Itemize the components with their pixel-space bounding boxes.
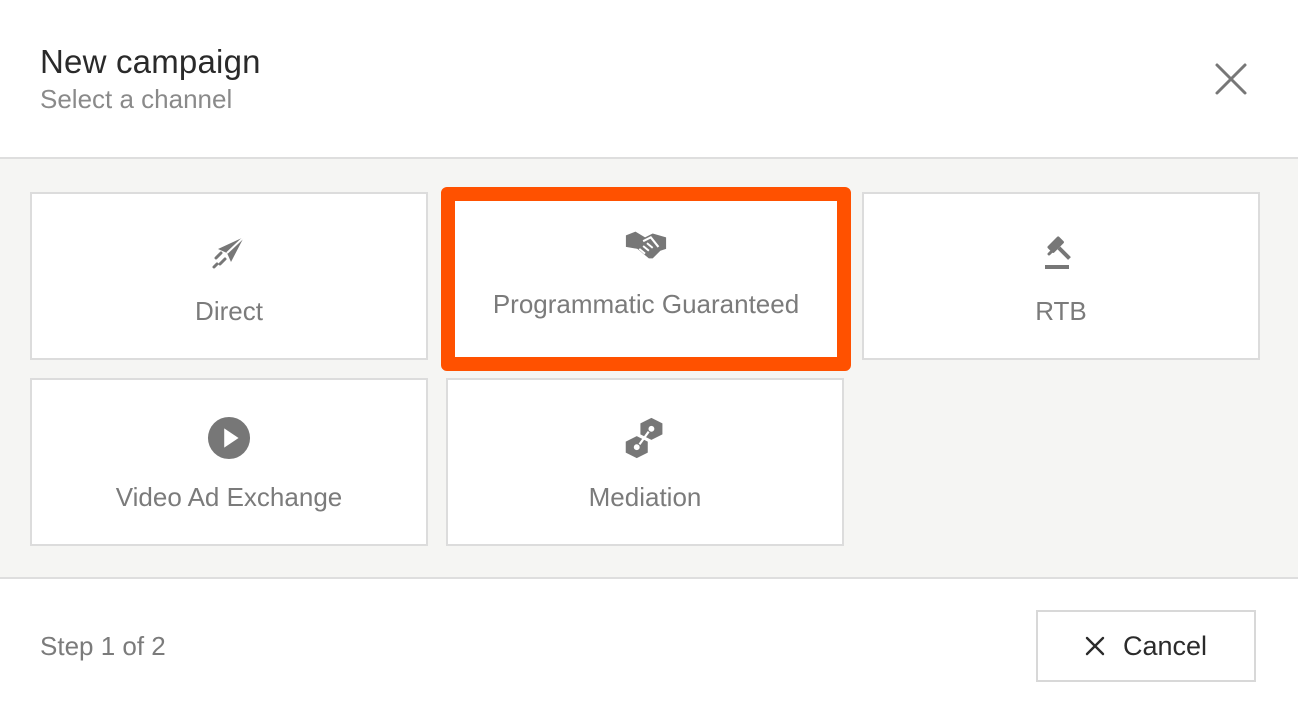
channel-card-direct[interactable]: Direct — [30, 192, 428, 360]
channel-card-rtb[interactable]: RTB — [862, 192, 1260, 360]
channel-label: Mediation — [588, 482, 702, 512]
handshake-icon — [624, 223, 668, 267]
play-circle-icon — [207, 416, 251, 460]
linked-hexagons-icon — [623, 416, 667, 460]
paper-plane-icon — [207, 230, 251, 274]
gavel-icon — [1039, 230, 1083, 274]
cancel-label: Cancel — [1122, 630, 1208, 661]
channel-card-programmatic-guaranteed[interactable]: Programmatic Guaranteed — [441, 187, 851, 371]
close-button[interactable] — [1208, 56, 1254, 102]
dialog-subtitle: Select a channel — [40, 84, 233, 114]
channel-grid: Direct Programmatic Guaranteed RTB Video… — [0, 157, 1298, 579]
channel-label: RTB — [1035, 296, 1087, 326]
dialog-title: New campaign — [40, 43, 261, 80]
close-icon — [1085, 636, 1105, 656]
cancel-button[interactable]: Cancel — [1036, 610, 1256, 682]
channel-card-mediation[interactable]: Mediation — [446, 378, 844, 546]
dialog-footer: Step 1 of 2 Cancel — [0, 579, 1298, 710]
channel-label: Direct — [195, 296, 263, 326]
channel-card-video-ad-exchange[interactable]: Video Ad Exchange — [30, 378, 428, 546]
step-indicator: Step 1 of 2 — [40, 631, 166, 661]
channel-label: Programmatic Guaranteed — [492, 289, 800, 319]
dialog-header: New campaign Select a channel — [0, 0, 1298, 157]
close-icon — [1215, 63, 1247, 95]
channel-label: Video Ad Exchange — [115, 482, 343, 512]
